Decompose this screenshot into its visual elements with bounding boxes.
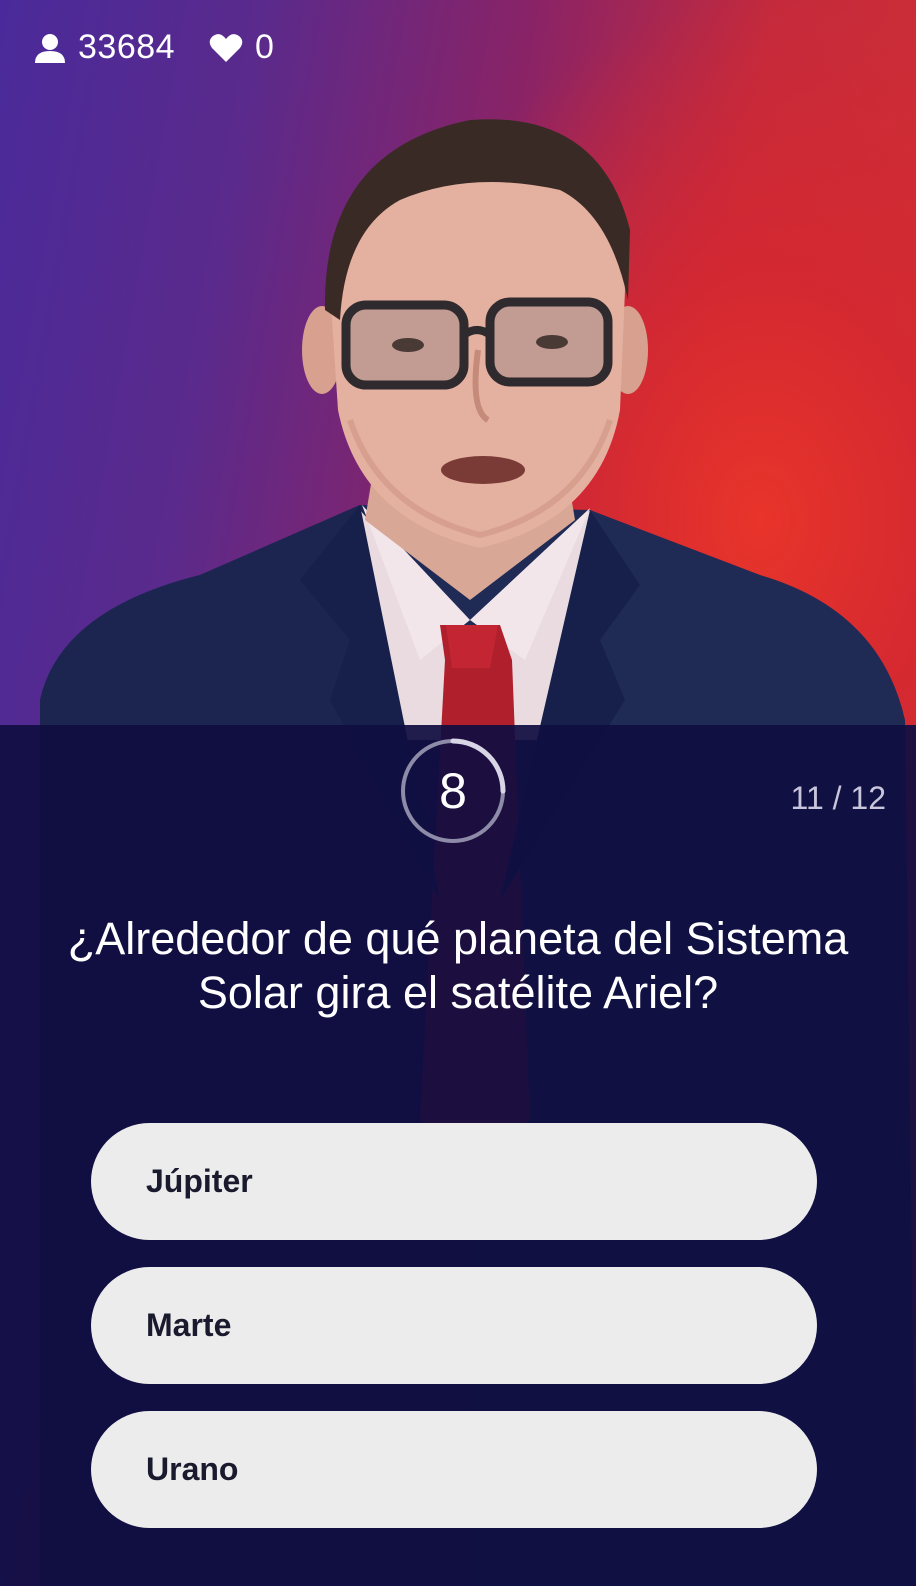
timer-value: 8 (439, 763, 467, 819)
countdown-timer: 8 (398, 736, 518, 856)
heart-icon (209, 33, 243, 62)
lives-count: 0 (255, 28, 275, 66)
header-stats: 33684 0 (34, 28, 274, 67)
user-icon (35, 33, 65, 63)
viewers-count: 33684 (78, 28, 176, 66)
answer-option-marte[interactable]: Marte (91, 1267, 817, 1384)
lives-counter: 0 (209, 28, 274, 67)
answer-list: Júpiter Marte Urano (91, 1123, 817, 1555)
quiz-screen: 33684 0 8 11 / 12 ¿Alrededor de qué plan… (0, 0, 916, 1586)
question-progress: 11 / 12 (790, 780, 886, 816)
question-text: ¿Alrededor de qué planeta del Sistema So… (67, 913, 849, 1018)
answer-option-urano[interactable]: Urano (91, 1411, 817, 1528)
viewers-counter: 33684 (34, 28, 175, 67)
answer-option-jupiter[interactable]: Júpiter (91, 1123, 817, 1240)
